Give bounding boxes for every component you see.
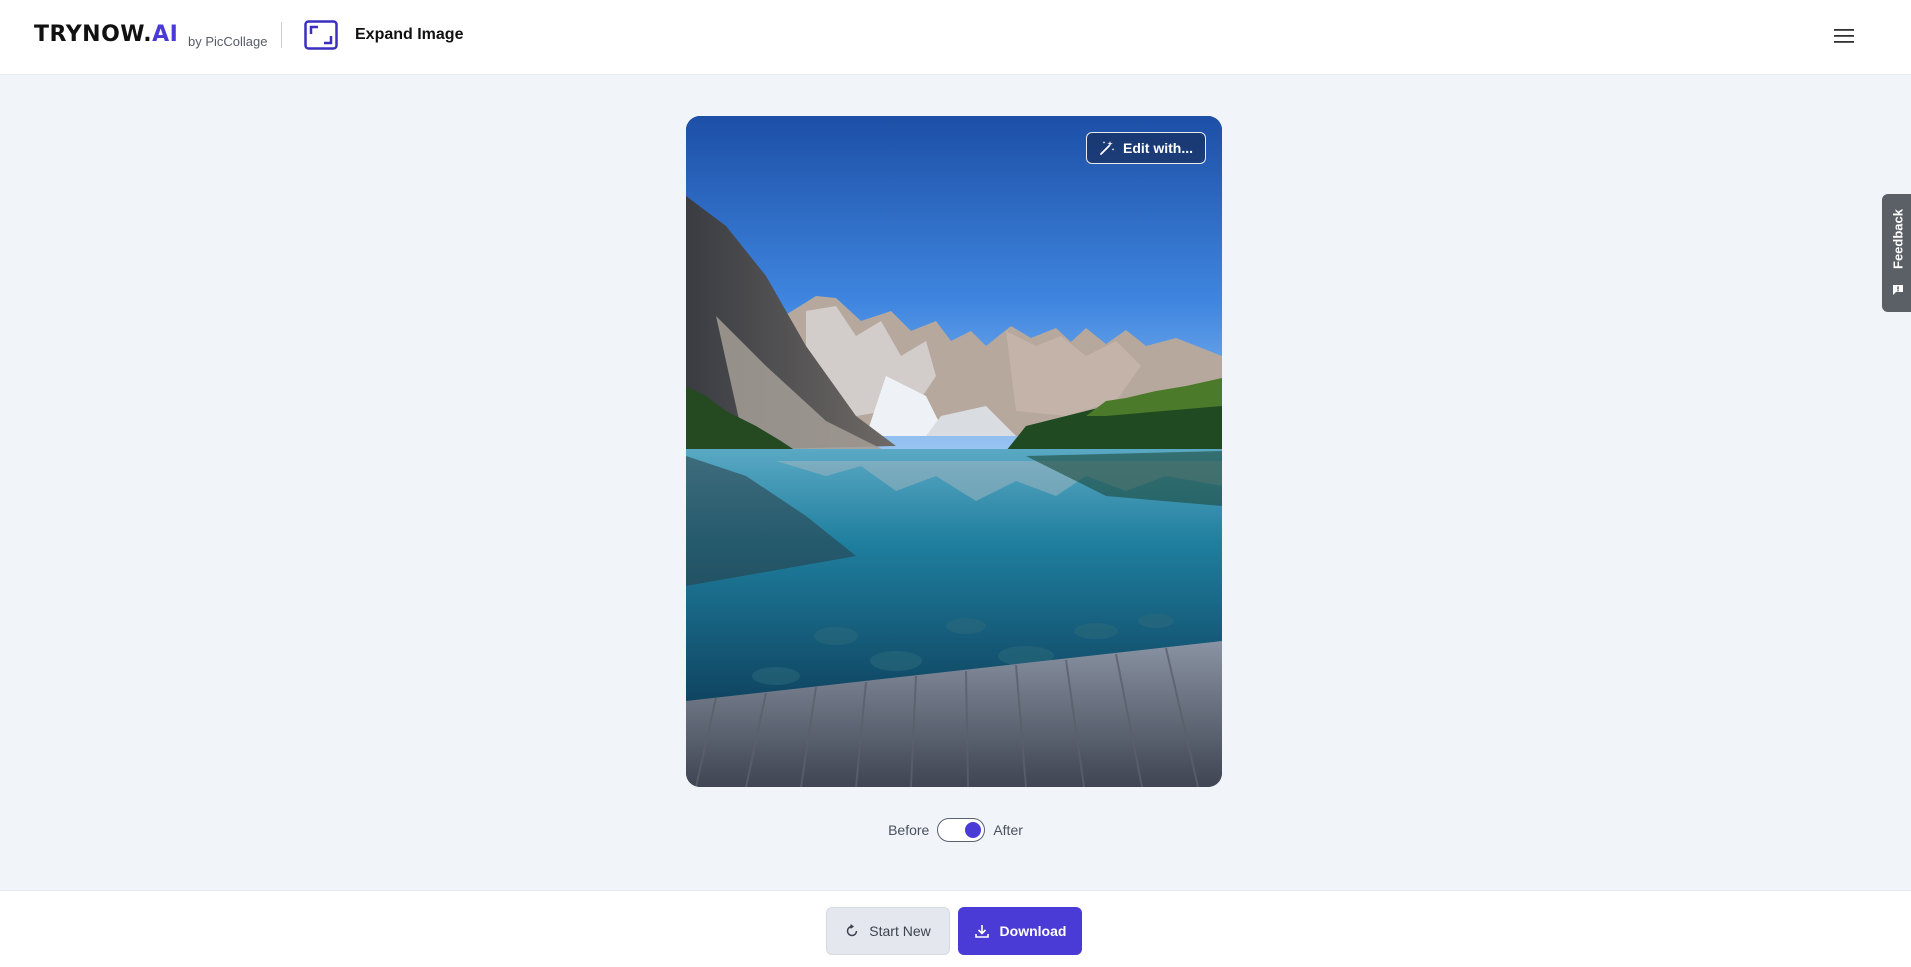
- before-after-compare: Before After: [0, 818, 1911, 842]
- after-label: After: [993, 822, 1023, 838]
- brand-logo[interactable]: TRYNOW.AI: [34, 22, 178, 47]
- brand-logo-main: TRYNOW.: [34, 22, 153, 47]
- hamburger-menu-icon[interactable]: [1832, 25, 1856, 47]
- toggle-knob: [965, 821, 982, 838]
- before-label: Before: [888, 822, 930, 838]
- chat-bubble-icon: [1893, 285, 1903, 295]
- start-new-button[interactable]: Start New: [826, 907, 950, 955]
- action-footer: Start New Download: [0, 890, 1911, 967]
- download-label: Download: [999, 923, 1067, 939]
- brand-logo-accent: AI: [152, 22, 179, 47]
- header-divider: [281, 22, 282, 48]
- tool-title: Expand Image: [355, 26, 464, 43]
- magic-wand-icon: [1100, 141, 1115, 155]
- start-new-label: Start New: [869, 923, 931, 939]
- feedback-label: Feedback: [1890, 209, 1906, 269]
- top-header: TRYNOW.AI by PicCollage Expand Image: [0, 0, 1911, 75]
- result-image: [686, 116, 1222, 787]
- by-piccollage-label: by PicCollage: [188, 34, 268, 49]
- edit-with-button[interactable]: Edit with...: [1086, 132, 1206, 164]
- expand-frame-icon: [304, 20, 338, 50]
- download-icon: [974, 925, 989, 938]
- feedback-tab[interactable]: Feedback: [1882, 194, 1911, 312]
- before-after-toggle[interactable]: [937, 818, 986, 842]
- edit-with-label: Edit with...: [1123, 140, 1193, 156]
- refresh-icon: [847, 924, 858, 937]
- result-image-card: Edit with...: [686, 116, 1222, 787]
- download-button[interactable]: Download: [958, 907, 1082, 955]
